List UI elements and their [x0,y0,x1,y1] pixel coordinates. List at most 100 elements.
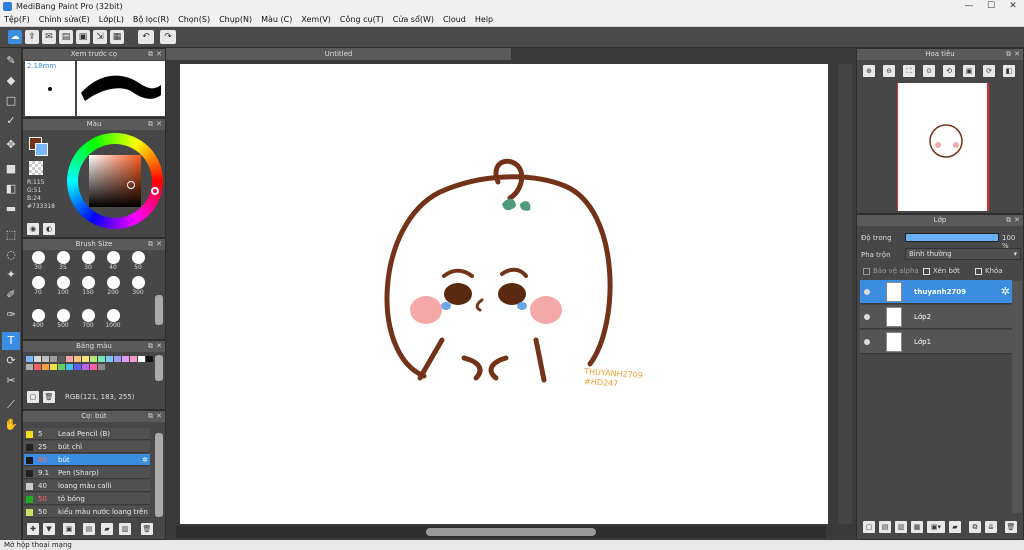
palette-swatch[interactable] [42,364,49,370]
new-palette-icon[interactable]: ▢ [27,391,39,403]
zoom-out-icon[interactable]: ⊖ [883,65,895,77]
palette-swatch[interactable] [74,364,81,370]
operation-tool-icon[interactable]: ⟳ [2,352,20,370]
move-tool-icon[interactable]: ✥ [2,136,20,154]
new-file-icon[interactable]: ▤ [59,30,73,44]
brush-item[interactable]: 25 bút chì [24,441,150,453]
palette-swatch[interactable] [50,356,57,362]
menu-edit[interactable]: Chỉnh sửa(E) [39,13,90,26]
brush-item[interactable]: 50 kiểu màu nước loang trên [24,506,150,518]
color-slider-mode-icon[interactable]: ◐ [43,223,55,235]
save-icon[interactable]: ▣ [76,30,90,44]
rotate-right-icon[interactable]: ⟳ [983,65,995,77]
palette-swatch[interactable] [98,356,105,362]
zoom-in-icon[interactable]: ⊕ [863,65,875,77]
minimize-button[interactable]: — [958,0,980,13]
menu-snap[interactable]: Chụp(N) [219,13,252,26]
eraser-tool-icon[interactable]: ◆ [2,72,20,90]
brush-size-option[interactable]: 50 [123,251,153,271]
eyedropper-tool-icon[interactable]: ⟋ [2,396,20,414]
redo-icon[interactable]: ↷ [160,30,176,44]
brush-size-option[interactable]: 300 [123,276,153,296]
menu-file[interactable]: Tệp(F) [4,13,30,26]
brush-folder-icon[interactable]: ▰ [101,523,113,535]
palette-swatch[interactable] [122,356,129,362]
color-picker-cursor[interactable] [127,181,135,189]
visibility-icon[interactable] [864,339,870,345]
grid-icon[interactable]: ▦ [110,30,124,44]
select-eraser-tool-icon[interactable]: ✑ [2,306,20,324]
hue-cursor[interactable] [151,187,159,195]
palette-swatch[interactable] [146,356,153,362]
protect-alpha-checkbox[interactable] [863,268,870,275]
export-icon[interactable]: ⇲ [93,30,107,44]
add-brush-icon[interactable]: ✚ [27,523,39,535]
brush-export-icon[interactable]: ▥ [119,523,131,535]
hand-tool-icon[interactable]: ✋ [2,416,20,434]
select-pen-tool-icon[interactable]: ✐ [2,286,20,304]
palette-swatch[interactable] [138,356,145,362]
palette-swatch[interactable] [82,356,89,362]
delete-palette-icon[interactable]: 🗑 [43,391,55,403]
palette-swatch[interactable] [98,364,105,370]
select-box-tool-icon[interactable]: □ [2,92,20,110]
menu-cloud[interactable]: Cloud [443,13,466,26]
menu-select[interactable]: Chọn(S) [178,13,210,26]
menu-view[interactable]: Xem(V) [301,13,331,26]
layer-add-menu-icon[interactable]: ▣▾ [927,521,945,533]
undo-icon[interactable]: ↶ [138,30,154,44]
cloud-icon[interactable]: ☁ [8,30,22,44]
fill-tool-icon[interactable]: ◧ [2,180,20,198]
merge-layer-icon[interactable]: ⇊ [985,521,997,533]
undock-icon[interactable]: ⧉ [1006,215,1011,226]
visibility-icon[interactable] [864,314,870,320]
panel-close-icon[interactable]: ✕ [156,341,162,352]
undock-icon[interactable]: ⧉ [148,119,153,130]
new-8bit-layer-icon[interactable]: ▦ [911,521,923,533]
horizontal-scrollbar[interactable] [176,526,826,538]
brush-item[interactable]: 9.1 Pen (Sharp) [24,467,150,479]
palette-swatch[interactable] [106,356,113,362]
palette-swatch[interactable] [82,364,89,370]
palette-swatch[interactable] [58,356,65,362]
new-layer-icon[interactable]: ▢ [863,521,875,533]
rotate-left-icon[interactable]: ⟲ [943,65,955,77]
brush-item[interactable]: 40 loang màu calli [24,480,150,492]
undock-icon[interactable]: ⧉ [148,49,153,60]
undock-icon[interactable]: ⧉ [148,341,153,352]
text-tool-icon[interactable]: T [2,332,20,350]
panel-close-icon[interactable]: ✕ [1014,215,1020,226]
chat-icon[interactable]: ✉ [42,30,56,44]
menu-window[interactable]: Cửa sổ(W) [393,13,434,26]
palette-swatch[interactable] [90,364,97,370]
palette-swatch[interactable] [26,356,33,362]
brush-item-selected[interactable]: 80 bút ✲ [24,454,150,466]
palette-swatch[interactable] [130,356,137,362]
actual-size-icon[interactable]: ⊙ [923,65,935,77]
palette-scrollbar[interactable] [155,355,163,381]
brush-tool-icon[interactable]: ✎ [2,52,20,70]
panel-close-icon[interactable]: ✕ [156,49,162,60]
upload-icon[interactable]: ⇪ [25,30,39,44]
lock-checkbox[interactable] [975,268,982,275]
menu-help[interactable]: Help [475,13,493,26]
palette-swatch[interactable] [90,356,97,362]
palette-swatch[interactable] [34,364,41,370]
transparent-swatch[interactable] [29,161,43,175]
menu-layer[interactable]: Lớp(L) [99,13,124,26]
new-halftone-layer-icon[interactable]: ▥ [895,521,907,533]
brush-file-icon[interactable]: ▤ [83,523,95,535]
navigator-thumbnail[interactable] [897,83,989,211]
palette-swatch[interactable] [58,364,65,370]
magic-wand-tool-icon[interactable]: ✦ [2,266,20,284]
opacity-slider[interactable] [905,233,999,242]
menu-color[interactable]: Màu (C) [261,13,292,26]
undock-icon[interactable]: ⧉ [148,239,153,250]
visibility-icon[interactable] [864,289,870,295]
color-wheel-mode-icon[interactable]: ◉ [27,223,39,235]
palette-swatch[interactable] [74,356,81,362]
palette-swatch[interactable] [66,356,73,362]
reset-view-icon[interactable]: ▣ [963,65,975,77]
palette-swatch[interactable] [42,356,49,362]
divide-tool-icon[interactable]: ✂ [2,372,20,390]
